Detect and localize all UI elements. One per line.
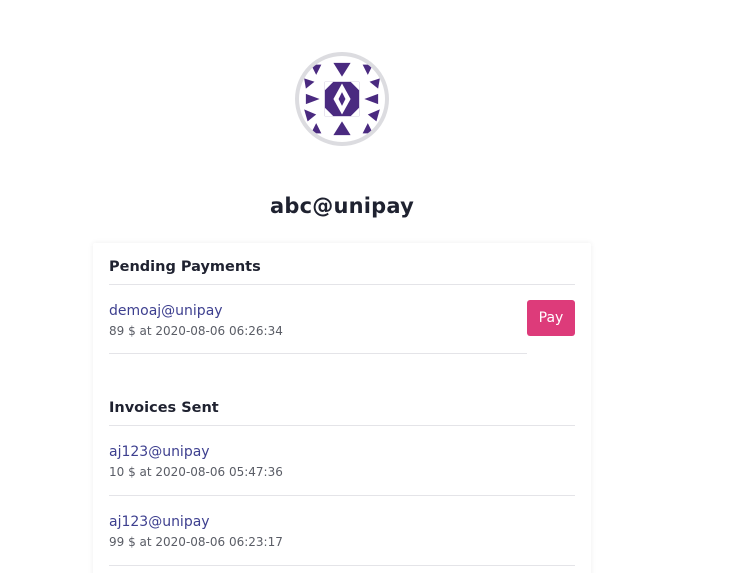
pay-button[interactable]: Pay	[527, 300, 575, 336]
avatar	[295, 52, 389, 146]
pending-item-name[interactable]: demoaj@unipay	[109, 303, 223, 319]
invoice-item-divider	[109, 495, 575, 496]
invoice-item-divider	[109, 565, 575, 566]
profile-username: abc@unipay	[270, 194, 414, 218]
pending-item-divider	[109, 353, 527, 354]
invoices-title-divider	[109, 425, 575, 426]
identicon-avatar-icon	[299, 56, 385, 142]
pending-payments-title: Pending Payments	[109, 259, 261, 275]
invoice-item-meta: 99 $ at 2020-08-06 06:23:17	[109, 535, 283, 549]
transactions-card: Pending Payments demoaj@unipay 89 $ at 2…	[93, 243, 591, 573]
invoice-item-meta: 10 $ at 2020-08-06 05:47:36	[109, 465, 283, 479]
pending-item-meta: 89 $ at 2020-08-06 06:26:34	[109, 324, 283, 338]
invoices-sent-title: Invoices Sent	[109, 400, 219, 416]
invoice-item-name[interactable]: aj123@unipay	[109, 444, 210, 460]
profile-page: abc@unipay Pending Payments demoaj@unipa…	[0, 0, 739, 573]
pending-title-divider	[109, 284, 575, 285]
invoice-item-name[interactable]: aj123@unipay	[109, 514, 210, 530]
